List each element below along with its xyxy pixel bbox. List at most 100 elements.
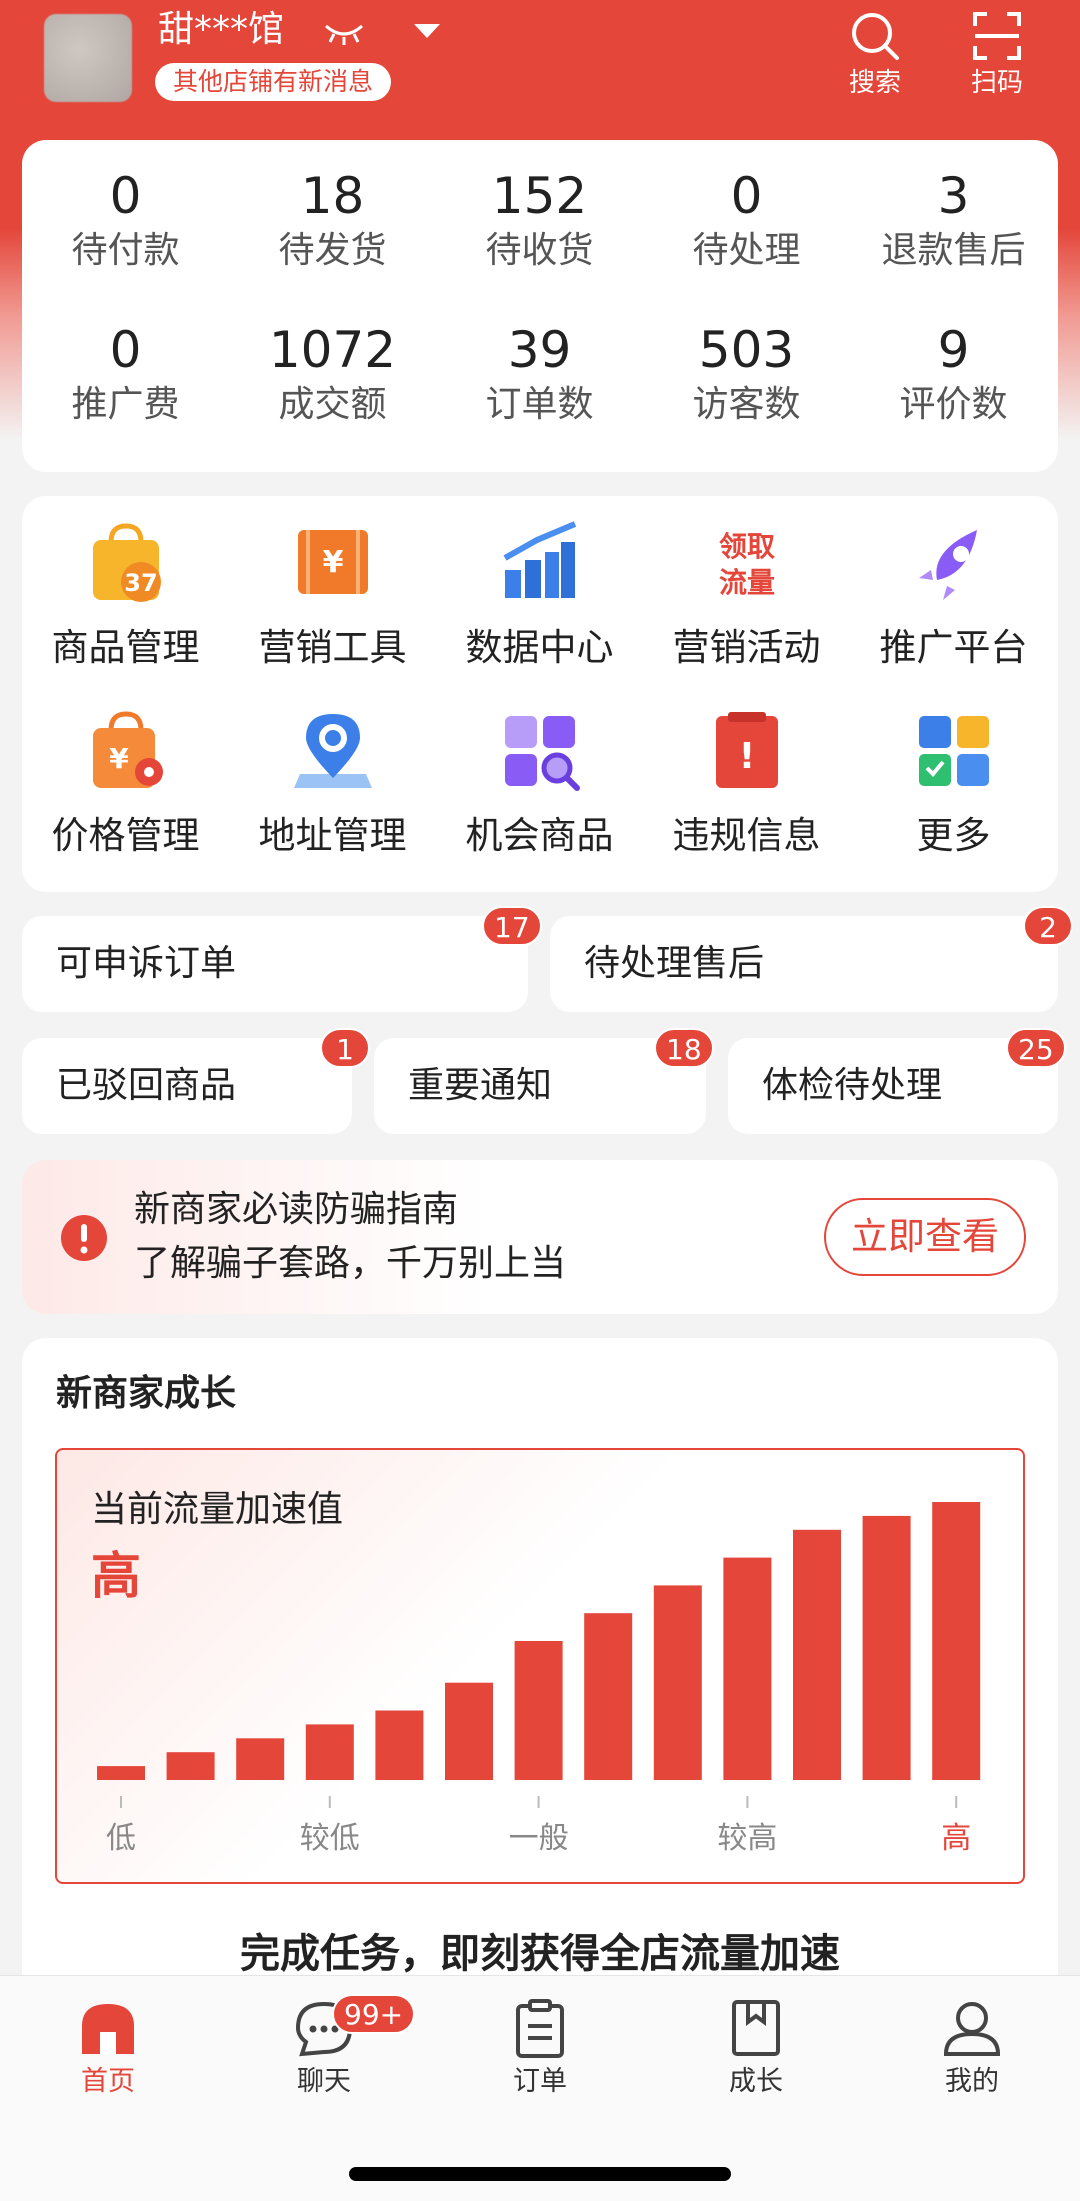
bar-chart-icon [503,521,576,598]
tool-violation-info[interactable]: ! 违规信息 [643,708,850,860]
tool-label: 违规信息 [672,814,821,857]
tool-label: 更多 [916,814,991,857]
tool-price-management[interactable]: ¥ 价格管理 [22,708,229,860]
anti-fraud-alert[interactable]: 新商家必读防骗指南 了解骗子套路，千万别上当 立即查看 [22,1160,1058,1314]
search-label: 搜索 [848,68,901,98]
health-check-pill[interactable]: 体检待处理 25 [728,1028,1066,1134]
stat-review-count[interactable]: 9 评价数 [850,320,1057,428]
tool-data-center[interactable]: 数据中心 [436,520,643,672]
traffic-boost-chart[interactable]: 低 较低 一般 较高 高 当前流量加速值 高 [55,1448,1025,1884]
tab-label: 首页 [81,2066,135,2097]
chart-bar-5 [375,1710,424,1780]
chart-bar-3 [236,1738,285,1780]
stat-value: 3 [937,167,970,225]
new-merchant-growth-card: 新商家成长 低 较低 一般 较高 高 当前流量加速值 高 完成任务，即刻获得全店流量加速 [22,1338,1058,2038]
shop-avatar[interactable] [44,14,132,102]
tool-promotion-platform[interactable]: 推广平台 [850,520,1057,672]
tab-home[interactable]: 首页 [28,1998,188,2100]
home-indicator[interactable] [349,2167,731,2181]
alert-title: 新商家必读防骗指南 [134,1189,459,1230]
current-boost-value: 高 [91,1547,141,1605]
tab-orders[interactable]: 订单 [460,1998,620,2100]
growth-footer: 完成任务，即刻获得全店流量加速 [240,1931,840,1977]
stat-value: 1072 [268,321,397,379]
violation-icon: ! [715,712,778,788]
chart-tick-label: 较高 [717,1821,777,1856]
icon-text: 37 [124,569,157,597]
scan-label: 扫码 [970,68,1023,98]
eye-closed-icon[interactable] [322,18,366,46]
pill-label: 可申诉订单 [56,943,237,984]
count-badge: 1 [320,1028,370,1068]
tool-label: 价格管理 [51,814,200,857]
tab-label: 我的 [945,2066,999,2097]
icon-text: ¥ [109,742,129,775]
tab-label: 订单 [513,2066,567,2097]
chart-bar-6 [445,1682,493,1780]
shop-name[interactable]: 甜***馆 [158,8,284,52]
tool-marketing-tools[interactable]: ¥ 营销工具 [229,520,436,672]
search-button[interactable]: 搜索 [830,10,920,100]
appealable-orders-pill[interactable]: 可申诉订单 17 [22,906,542,1012]
more-apps-icon [918,716,989,786]
alert-subtitle: 了解骗子套路，千万别上当 [134,1243,567,1284]
stat-label: 推广费 [71,384,180,425]
clipboard-icon [516,1999,564,2058]
pill-label: 体检待处理 [762,1065,943,1106]
stat-visitor-count[interactable]: 503 访客数 [643,320,850,428]
rejected-products-pill[interactable]: 已驳回商品 1 [22,1028,370,1134]
pill-label: 重要通知 [408,1065,553,1106]
stat-value: 18 [300,167,365,225]
chart-bar-13 [932,1502,981,1780]
tool-marketing-activity[interactable]: 领取 流量 营销活动 [643,520,850,672]
tool-opportunity-products[interactable]: 机会商品 [436,708,643,860]
stat-pending-receipt[interactable]: 152 待收货 [436,166,643,274]
icon-text: ¥ [322,545,343,580]
tool-more[interactable]: 更多 [850,708,1057,860]
caret-down-icon[interactable] [410,18,444,42]
chart-tick-label: 高 [941,1821,971,1856]
stat-label: 退款售后 [881,230,1026,271]
shopping-bag-icon: 37 [92,523,161,602]
tool-product-management[interactable]: 37 商品管理 [22,520,229,672]
chart-bar-1 [97,1766,145,1780]
chart-bar-9 [653,1585,702,1780]
stat-value: 0 [109,321,142,379]
tab-growth[interactable]: 成长 [676,1998,836,2100]
user-icon [943,2002,1001,2056]
chart-tick-label: 较低 [300,1821,360,1856]
tab-mine[interactable]: 我的 [892,1998,1052,2100]
stat-refund-aftersale[interactable]: 3 退款售后 [850,166,1057,274]
stat-order-count[interactable]: 39 订单数 [436,320,643,428]
stat-pending-shipment[interactable]: 18 待发货 [229,166,436,274]
tab-chat[interactable]: 聊天 99+ [244,1994,416,2100]
growth-title: 新商家成长 [56,1373,237,1414]
opportunity-grid-icon [504,716,580,791]
stat-turnover[interactable]: 1072 成交额 [229,320,436,428]
other-shops-badge[interactable]: 其他店铺有新消息 [155,63,392,101]
count-badge: 25 [1006,1028,1066,1068]
important-notice-pill[interactable]: 重要通知 18 [374,1028,714,1134]
stat-value: 39 [507,321,572,379]
pill-label: 已驳回商品 [56,1065,237,1106]
tool-label: 地址管理 [258,814,407,857]
chart-bar-2 [166,1752,215,1780]
stat-pending-payment[interactable]: 0 待付款 [22,166,229,274]
stat-label: 访客数 [692,384,801,425]
search-icon [852,13,899,60]
tab-label: 成长 [729,2066,783,2097]
stat-value: 0 [730,167,763,225]
view-now-button[interactable]: 立即查看 [824,1198,1026,1276]
header: 甜***馆 其他店铺有新消息 搜索 扫码 [0,0,1080,130]
scan-button[interactable]: 扫码 [952,10,1042,100]
icon-text-line1: 领取 [718,530,774,563]
stat-promotion-fee[interactable]: 0 推广费 [22,320,229,428]
stat-value: 0 [109,167,142,225]
stat-pending-process[interactable]: 0 待处理 [643,166,850,274]
pending-aftersale-pill[interactable]: 待处理售后 2 [550,906,1073,1012]
book-icon [732,2000,780,2056]
count-badge: 17 [482,906,542,946]
chart-bar-7 [514,1641,563,1780]
count-badge: 18 [654,1028,714,1068]
tool-address-management[interactable]: 地址管理 [229,708,436,860]
